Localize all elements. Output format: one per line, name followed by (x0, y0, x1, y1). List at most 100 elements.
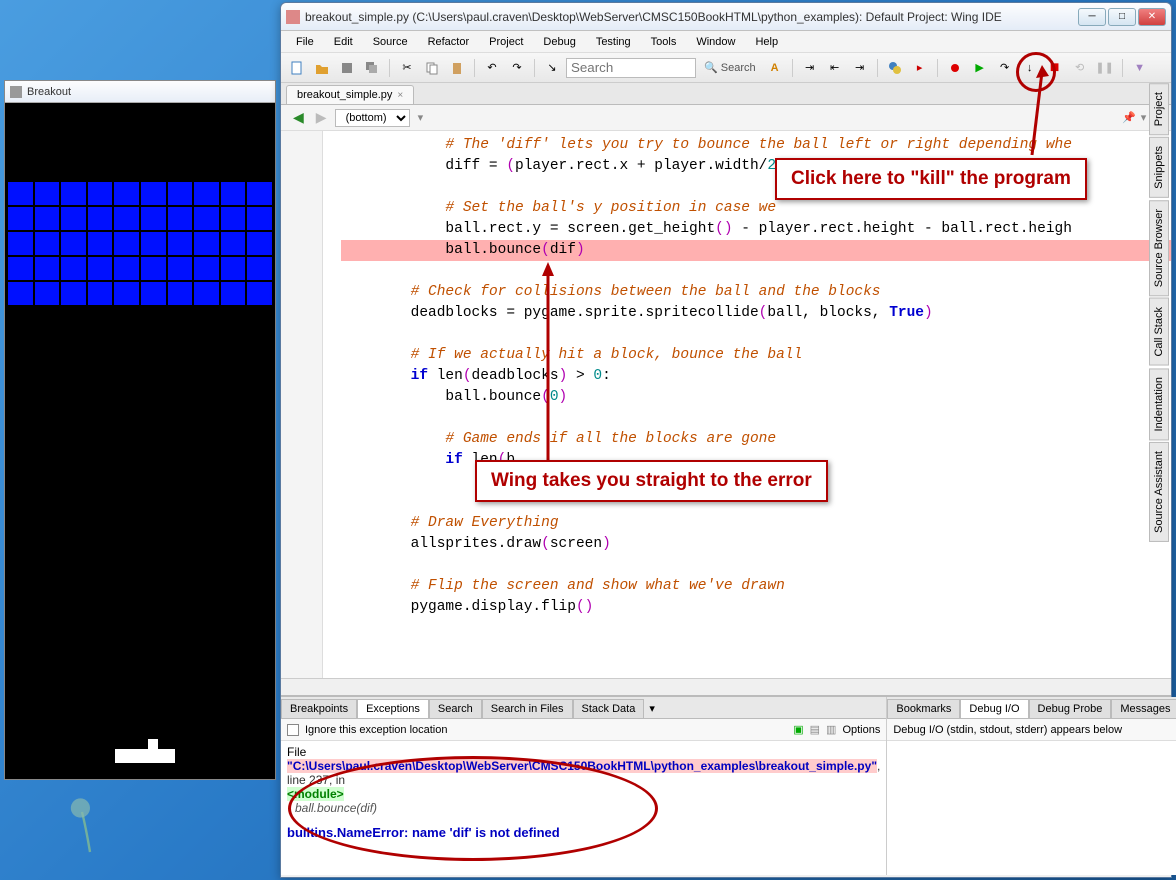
options-link[interactable]: Options (842, 724, 880, 736)
menu-source[interactable]: Source (363, 33, 418, 51)
pin-icon[interactable]: 📌 (1122, 111, 1136, 124)
tab-breakpoints[interactable]: Breakpoints (281, 699, 357, 718)
menubar: FileEditSourceRefactorProjectDebugTestin… (281, 31, 1171, 53)
tab-search[interactable]: Search (429, 699, 482, 718)
exc-tool3-icon[interactable]: ▥ (826, 723, 836, 736)
tab-close-icon[interactable]: × (397, 90, 403, 101)
ide-title: breakout_simple.py (C:\Users\paul.craven… (305, 10, 1078, 24)
brick (60, 181, 87, 206)
outdent-icon[interactable]: ⇤ (824, 57, 846, 79)
right-tab-source-browser[interactable]: Source Browser (1149, 200, 1169, 296)
dropdown-icon[interactable]: ▾ (418, 111, 424, 124)
tab-debug-probe[interactable]: Debug Probe (1029, 699, 1112, 718)
step-over-icon[interactable]: ↷ (994, 57, 1016, 79)
ide-titlebar[interactable]: breakout_simple.py (C:\Users\paul.craven… (281, 3, 1171, 31)
brick (193, 206, 220, 231)
exception-error: builtins.NameError: name 'dif' is not de… (287, 825, 880, 840)
exception-content: File "C:\Users\paul.craven\Desktop\WebSe… (281, 741, 886, 875)
goto-icon[interactable]: ↘ (541, 57, 563, 79)
tab-messages[interactable]: Messages (1111, 699, 1176, 718)
indent-icon[interactable]: ⇥ (799, 57, 821, 79)
right-tab-indentation[interactable]: Indentation (1149, 368, 1169, 440)
save-icon[interactable] (336, 57, 358, 79)
brick (87, 181, 114, 206)
right-tab-source-assistant[interactable]: Source Assistant (1149, 442, 1169, 542)
horizontal-scrollbar[interactable] (281, 678, 1171, 695)
paste-icon[interactable] (446, 57, 468, 79)
brick (113, 231, 140, 256)
brick (167, 181, 194, 206)
annotation-error: Wing takes you straight to the error (475, 460, 828, 502)
menu-testing[interactable]: Testing (586, 33, 641, 51)
menu-tools[interactable]: Tools (641, 33, 687, 51)
exception-module: <module> (287, 787, 344, 801)
tab-more-icon[interactable]: ▾ (644, 699, 660, 718)
menu-file[interactable]: File (286, 33, 324, 51)
file-tab[interactable]: breakout_simple.py × (286, 85, 414, 104)
gutter (281, 131, 323, 695)
maximize-button[interactable]: □ (1108, 8, 1136, 26)
save-all-icon[interactable] (361, 57, 383, 79)
minimize-button[interactable]: ─ (1078, 8, 1106, 26)
brick (140, 181, 167, 206)
brick (246, 281, 273, 306)
open-file-icon[interactable] (311, 57, 333, 79)
brick (246, 206, 273, 231)
nav-forward-icon[interactable]: ▶ (312, 109, 331, 126)
breakout-titlebar[interactable]: Breakout (5, 81, 275, 103)
pause-icon[interactable]: ❚❚ (1094, 57, 1116, 79)
menu-refactor[interactable]: Refactor (418, 33, 480, 51)
brick (34, 281, 61, 306)
debug-io-content[interactable] (887, 741, 1176, 875)
menu-edit[interactable]: Edit (324, 33, 363, 51)
right-tab-snippets[interactable]: Snippets (1149, 137, 1169, 198)
redo-icon[interactable]: ↷ (506, 57, 528, 79)
tab-bookmarks[interactable]: Bookmarks (887, 699, 960, 718)
tab-exceptions[interactable]: Exceptions (357, 699, 429, 718)
scope-selector[interactable]: (bottom) (335, 109, 410, 127)
brick (193, 281, 220, 306)
breakpoint-icon[interactable] (944, 57, 966, 79)
menu-help[interactable]: Help (745, 33, 788, 51)
dropdown2-icon[interactable]: ▾ (1141, 111, 1147, 124)
search-input[interactable] (566, 58, 696, 78)
exc-tool2-icon[interactable]: ▤ (810, 723, 820, 736)
nav-back-icon[interactable]: ◀ (289, 109, 308, 126)
menu-debug[interactable]: Debug (533, 33, 585, 51)
step-into-icon[interactable]: ↓ (1019, 57, 1041, 79)
spellcheck-icon[interactable]: A (764, 57, 786, 79)
indent2-icon[interactable]: ⇥ (849, 57, 871, 79)
menu-project[interactable]: Project (479, 33, 533, 51)
debug-run-icon[interactable]: ▶ (969, 57, 991, 79)
stop-icon[interactable]: ■ (1044, 57, 1066, 79)
code-editor[interactable]: # The 'diff' lets you try to bounce the … (281, 131, 1171, 695)
right-tab-project[interactable]: Project (1149, 83, 1169, 135)
exc-tool1-icon[interactable]: ▣ (793, 723, 803, 736)
exception-call: ball.bounce(dif) (287, 801, 377, 815)
close-button[interactable]: ✕ (1138, 8, 1166, 26)
brick (220, 256, 247, 281)
menu-window[interactable]: Window (686, 33, 745, 51)
search-label[interactable]: 🔍 Search (699, 61, 761, 74)
new-file-icon[interactable] (286, 57, 308, 79)
restart-icon[interactable]: ⟲ (1069, 57, 1091, 79)
filter-icon[interactable]: ▼ (1129, 57, 1151, 79)
tab-search-in-files[interactable]: Search in Files (482, 699, 573, 718)
brick (246, 181, 273, 206)
python-icon[interactable] (884, 57, 906, 79)
tab-debug-i/o[interactable]: Debug I/O (960, 699, 1028, 718)
copy-icon[interactable] (421, 57, 443, 79)
undo-icon[interactable]: ↶ (481, 57, 503, 79)
brick (167, 256, 194, 281)
ignore-checkbox[interactable] (287, 724, 299, 736)
brick (60, 281, 87, 306)
cut-icon[interactable]: ✂ (396, 57, 418, 79)
run-icon[interactable]: ▸ (909, 57, 931, 79)
right-tab-call-stack[interactable]: Call Stack (1149, 298, 1169, 366)
exception-file[interactable]: "C:\Users\paul.craven\Desktop\WebServer\… (287, 759, 877, 773)
brick (113, 181, 140, 206)
tab-stack-data[interactable]: Stack Data (573, 699, 645, 718)
brick (220, 206, 247, 231)
brick (113, 206, 140, 231)
brick (7, 256, 34, 281)
